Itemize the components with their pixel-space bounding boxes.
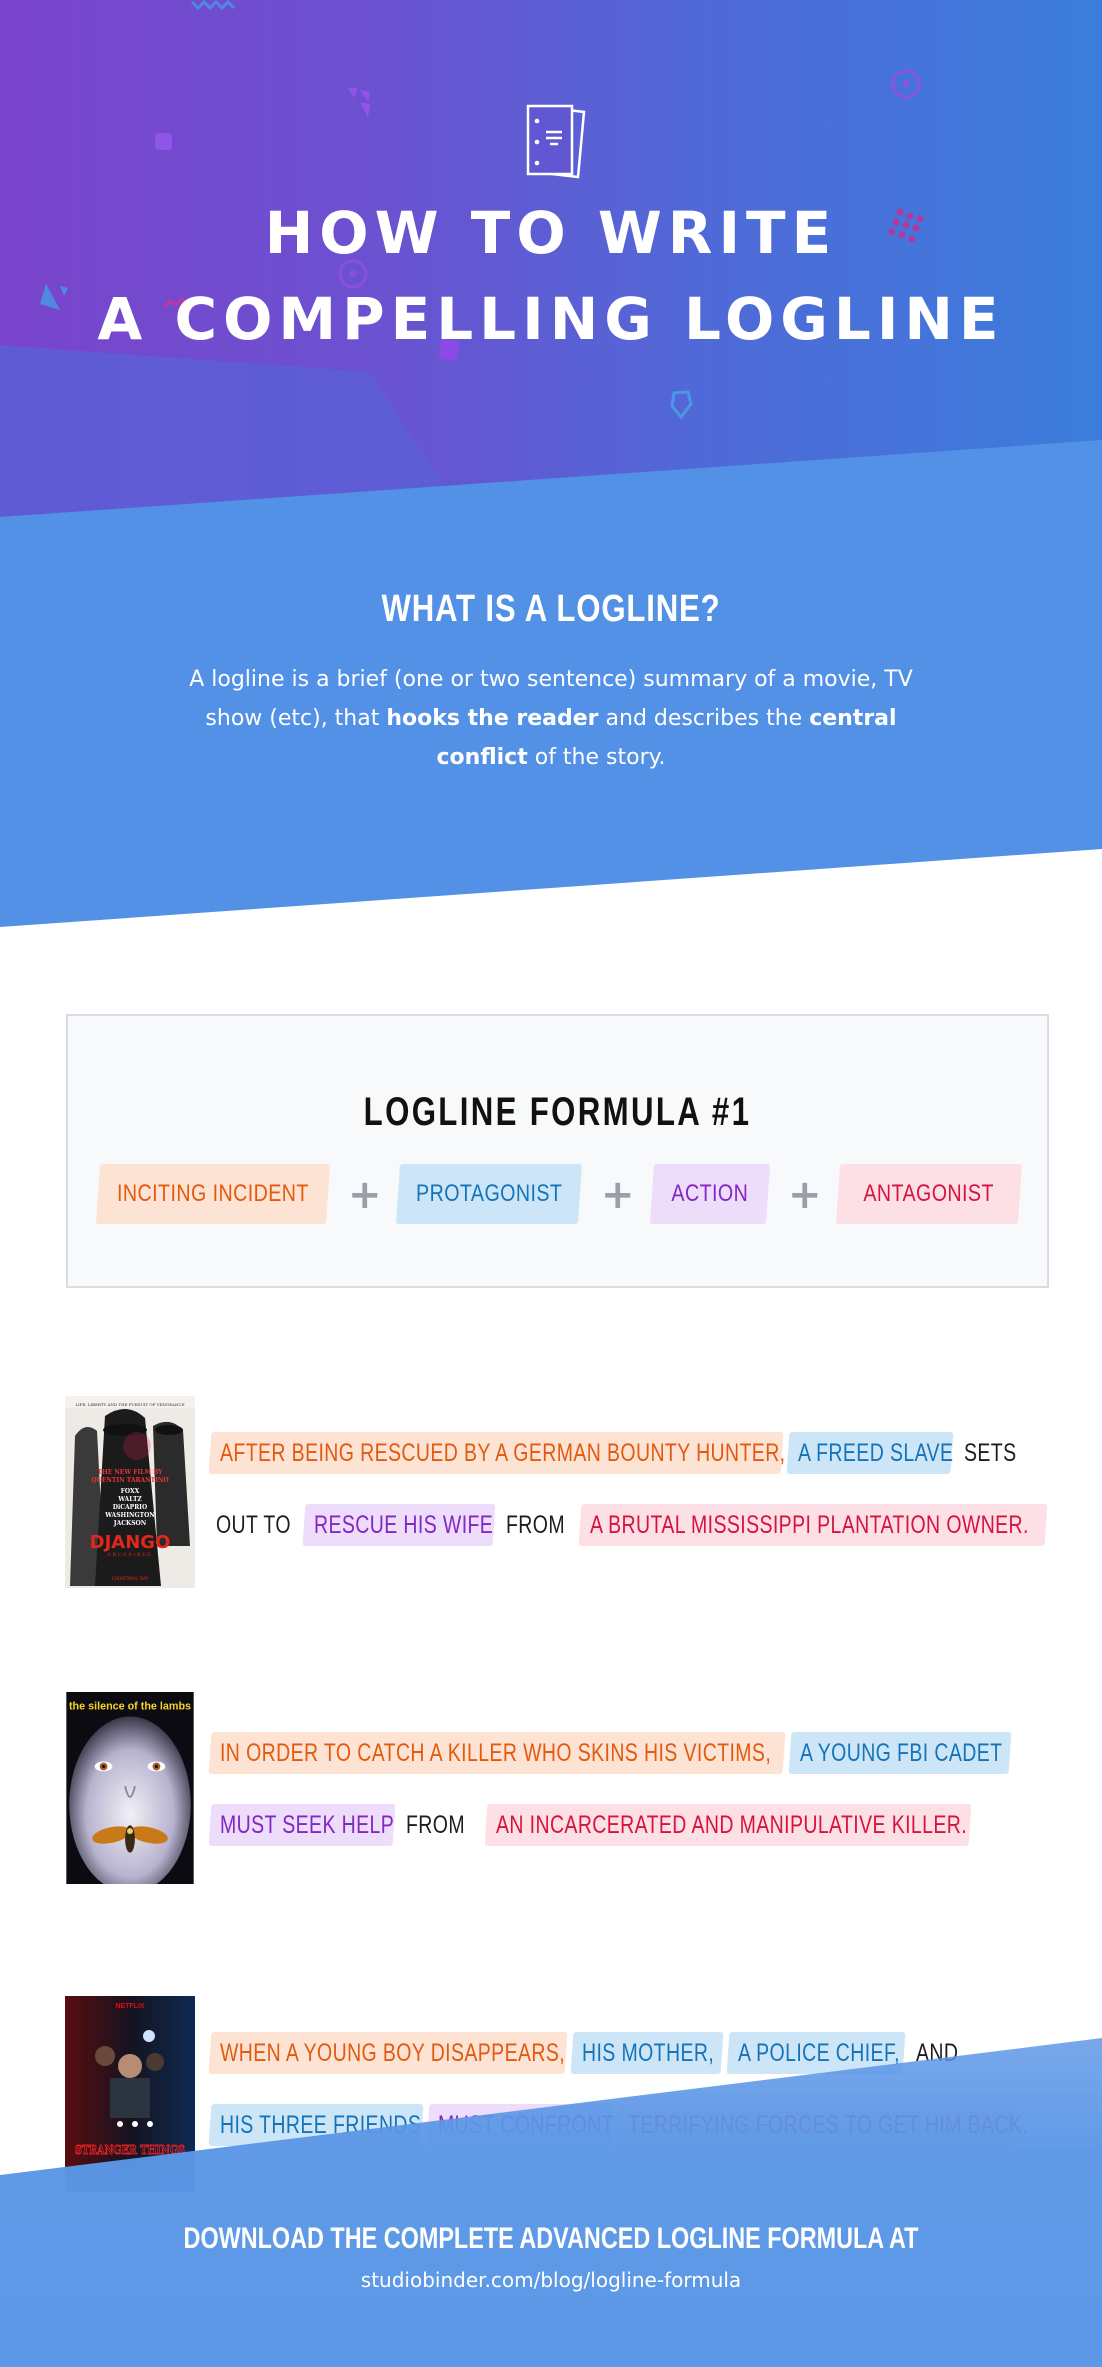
logline-formula-card: LOGLINE FORMULA #1 INCITING INCIDENT + P…: [66, 1014, 1049, 1288]
chunk-text: A BRUTAL MISSISSIPPI PLANTATION OWNER.: [590, 1510, 1029, 1539]
plus-icon: +: [348, 1172, 382, 1218]
logline-chunk-plain: OUT TO: [210, 1504, 298, 1546]
formula-part-label: PROTAGONIST: [415, 1180, 563, 1207]
plus-icon: +: [788, 1172, 822, 1218]
poster-credit: WASHINGTON: [104, 1512, 155, 1519]
poster-credit: FOXX: [121, 1488, 140, 1495]
what-is-heading: WHAT IS A LOGLINE?: [381, 588, 721, 630]
plus-icon: +: [601, 1172, 635, 1218]
chunk-text: MUST SEEK HELP: [220, 1810, 395, 1839]
logline-chunk-plain: FROM: [400, 1804, 480, 1846]
what-is-description: A logline is a brief (one or two sentenc…: [160, 660, 942, 777]
poster-credit: QUENTIN TARANTINO: [91, 1477, 168, 1484]
example-2-line-2: MUST SEEK HELP FROM AN INCARCERATED AND …: [208, 1804, 976, 1846]
what-is-section-background: [0, 440, 1102, 927]
example-1-line-2: OUT TO RESCUE HIS WIFE FROM A BRUTAL MIS…: [210, 1504, 1052, 1546]
example-1-line-1: AFTER BEING RESCUED BY A GERMAN BOUNTY H…: [208, 1432, 1043, 1474]
poster-credit: DiCAPRIO: [113, 1504, 147, 1511]
footer-title: DOWNLOAD THE COMPLETE ADVANCED LOGLINE F…: [183, 2222, 919, 2255]
description-text: and describes the: [598, 706, 810, 731]
chunk-text: FROM: [506, 1510, 565, 1539]
logline-chunk-plain: FROM: [500, 1504, 574, 1546]
poster-credit: WALTZ: [117, 1496, 142, 1503]
poster-title: the silence of the lambs: [69, 1701, 191, 1713]
chunk-text: IN ORDER TO CATCH A KILLER WHO SKINS HIS…: [220, 1738, 772, 1767]
chunk-text: A FREED SLAVE: [798, 1438, 954, 1467]
poster-subtitle: UNCHAINED: [107, 1552, 152, 1558]
chunk-text: RESCUE HIS WIFE: [314, 1510, 494, 1539]
logline-chunk-action: RESCUE HIS WIFE: [302, 1504, 496, 1546]
poster-date: CHRISTMAS DAY: [112, 1576, 149, 1582]
chunk-text: OUT TO: [216, 1510, 291, 1539]
formula-part-label: ANTAGONIST: [863, 1180, 995, 1207]
chunk-text: FROM: [406, 1810, 465, 1839]
footer-background: [0, 2038, 1102, 2367]
poster-title: DJANGO: [90, 1532, 171, 1553]
silence-of-the-lambs-poster-image: the silence of the lambs: [66, 1692, 194, 1884]
formula-part-inciting-incident: INCITING INCIDENT: [95, 1164, 331, 1224]
logline-chunk-antagonist: AN INCARCERATED AND MANIPULATIVE KILLER.: [484, 1804, 972, 1846]
chunk-text: A YOUNG FBI CADET: [800, 1738, 1003, 1767]
footer-link[interactable]: studiobinder.com/blog/logline-formula: [0, 2268, 1102, 2292]
logline-chunk-inciting: IN ORDER TO CATCH A KILLER WHO SKINS HIS…: [208, 1732, 786, 1774]
poster-tagline: LIFE, LIBERTY AND THE PURSUIT OF VENGEAN…: [75, 1402, 184, 1407]
description-emphasis: hooks the reader: [386, 706, 599, 731]
chunk-text: AFTER BEING RESCUED BY A GERMAN BOUNTY H…: [220, 1438, 786, 1467]
formula-part-label: INCITING INCIDENT: [117, 1180, 309, 1207]
formula-title: LOGLINE FORMULA #1: [363, 1090, 752, 1134]
formula-part-protagonist: PROTAGONIST: [395, 1164, 583, 1224]
chunk-text: AN INCARCERATED AND MANIPULATIVE KILLER.: [496, 1810, 968, 1839]
django-poster-image: LIFE, LIBERTY AND THE PURSUIT OF VENGEAN…: [65, 1396, 195, 1588]
formula-part-action: ACTION: [649, 1164, 771, 1224]
formula-part-label: ACTION: [671, 1180, 749, 1207]
logline-chunk-inciting: AFTER BEING RESCUED BY A GERMAN BOUNTY H…: [208, 1432, 786, 1474]
description-text: of the story.: [527, 745, 666, 770]
logline-chunk-protagonist: A FREED SLAVE: [786, 1432, 954, 1474]
logline-chunk-antagonist: A BRUTAL MISSISSIPPI PLANTATION OWNER.: [578, 1504, 1048, 1546]
logline-chunk-protagonist: A YOUNG FBI CADET: [788, 1732, 1012, 1774]
example-2-line-1: IN ORDER TO CATCH A KILLER WHO SKINS HIS…: [208, 1732, 1016, 1774]
logline-chunk-action: MUST SEEK HELP: [208, 1804, 396, 1846]
poster-credit: THE NEW FILM BY: [98, 1469, 164, 1476]
logline-chunk-plain: SETS: [958, 1432, 1037, 1474]
poster-credit: JACKSON: [113, 1520, 147, 1527]
formula-part-antagonist: ANTAGONIST: [835, 1164, 1023, 1224]
chunk-text: SETS: [964, 1438, 1017, 1467]
